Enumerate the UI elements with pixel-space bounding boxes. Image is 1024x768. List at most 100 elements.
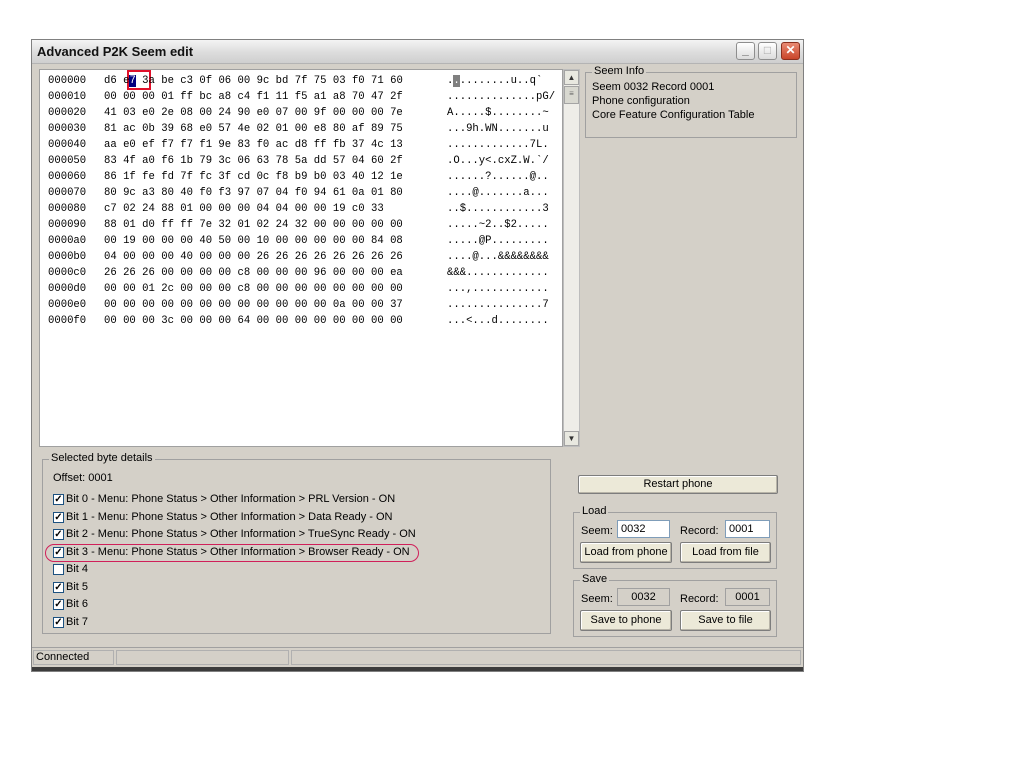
title-bar: Advanced P2K Seem edit _ □ ✕	[32, 40, 803, 64]
status-bar: Connected	[32, 647, 803, 667]
hex-row[interactable]: 000010 00 00 00 01 ff bc a8 c4 f1 11 f5 a…	[40, 89, 564, 105]
hex-offset: 000090	[48, 219, 87, 231]
maximize-icon[interactable]: □	[758, 42, 777, 60]
hex-scrollbar[interactable]: ▲ ≡ ▼	[563, 69, 580, 447]
load-from-phone-button[interactable]: Load from phone	[580, 542, 672, 563]
hex-ascii[interactable]: ......?......@..	[447, 169, 549, 185]
hex-bytes[interactable]: 04 00 00 00 40 00 00 00 26 26 26 26 26 2…	[104, 249, 403, 265]
bit-3-highlight	[45, 544, 419, 562]
seem-info-line: Phone configuration	[592, 95, 690, 107]
bit-6-checkbox[interactable]: ✓	[53, 599, 64, 610]
status-pane	[291, 650, 801, 665]
bit-0-row: ✓ Bit 0 - Menu: Phone Status > Other Info…	[53, 493, 533, 509]
hex-bytes[interactable]: 00 00 00 3c 00 00 00 64 00 00 00 00 00 0…	[104, 313, 403, 329]
bit-1-checkbox[interactable]: ✓	[53, 512, 64, 523]
load-record-input[interactable]: 0001	[725, 520, 770, 538]
hex-bytes[interactable]: 00 19 00 00 00 40 50 00 10 00 00 00 00 0…	[104, 233, 403, 249]
hex-offset: 0000b0	[48, 251, 87, 263]
status-pane	[116, 650, 289, 665]
hex-ascii[interactable]: ...9h.WN.......u	[447, 121, 549, 137]
hex-row[interactable]: 000040 aa e0 ef f7 f7 f1 9e 83 f0 ac d8 f…	[40, 137, 564, 153]
bit-0-checkbox[interactable]: ✓	[53, 494, 64, 505]
hex-ascii[interactable]: ..$............3	[447, 201, 549, 217]
bit-2-label: Bit 2 - Menu: Phone Status > Other Infor…	[66, 528, 416, 540]
hex-bytes[interactable]: 88 01 d0 ff ff 7e 32 01 02 24 32 00 00 0…	[104, 217, 403, 233]
hex-ascii[interactable]: .O...y<.cxZ.W.`/	[447, 153, 549, 169]
hex-row[interactable]: 000080 c7 02 24 88 01 00 00 00 04 04 00 0…	[40, 201, 564, 217]
bit-7-checkbox[interactable]: ✓	[53, 617, 64, 628]
hex-row[interactable]: 0000e0 00 00 00 00 00 00 00 00 00 00 00 0…	[40, 297, 564, 313]
hex-editor[interactable]: 000000 d6 e7 3a be c3 0f 06 00 9c bd 7f 7…	[39, 69, 563, 447]
load-seem-label: Seem:	[581, 525, 613, 537]
hex-row[interactable]: 0000a0 00 19 00 00 00 40 50 00 10 00 00 0…	[40, 233, 564, 249]
hex-ascii[interactable]: .............7L.	[447, 137, 549, 153]
hex-ascii[interactable]: ...,............	[447, 281, 549, 297]
hex-bytes[interactable]: 81 ac 0b 39 68 e0 57 4e 02 01 00 e8 80 a…	[104, 121, 403, 137]
hex-ascii[interactable]: ..........u..q`	[447, 73, 542, 89]
seem-info-line: Seem 0032 Record 0001	[592, 81, 715, 93]
bit-6-label: Bit 6	[66, 598, 89, 610]
hex-bytes[interactable]: 80 9c a3 80 40 f0 f3 97 07 04 f0 94 61 0…	[104, 185, 403, 201]
hex-offset: 000030	[48, 123, 87, 135]
hex-row[interactable]: 0000d0 00 00 01 2c 00 00 00 c8 00 00 00 0…	[40, 281, 564, 297]
hex-offset: 000000	[48, 75, 87, 87]
hex-bytes[interactable]: 00 00 00 01 ff bc a8 c4 f1 11 f5 a1 a8 7…	[104, 89, 403, 105]
hex-row[interactable]: 000030 81 ac 0b 39 68 e0 57 4e 02 01 00 e…	[40, 121, 564, 137]
save-seem-value: 0032	[617, 588, 670, 606]
load-legend: Load	[580, 505, 609, 517]
bit-6-row: ✓ Bit 6	[53, 598, 533, 614]
hex-bytes[interactable]: d6 e7 3a be c3 0f 06 00 9c bd 7f 75 03 f…	[104, 73, 403, 89]
hex-row[interactable]: 000070 80 9c a3 80 40 f0 f3 97 07 04 f0 9…	[40, 185, 564, 201]
hex-ascii[interactable]: .....@P.........	[447, 233, 549, 249]
seem-edit-window: Advanced P2K Seem edit _ □ ✕ 000000 d6 e7…	[31, 39, 804, 672]
hex-row[interactable]: 000020 41 03 e0 2e 08 00 24 90 e0 07 00 9…	[40, 105, 564, 121]
hex-bytes[interactable]: 00 00 01 2c 00 00 00 c8 00 00 00 00 00 0…	[104, 281, 403, 297]
hex-offset: 000040	[48, 139, 87, 151]
hex-row[interactable]: 0000c0 26 26 26 00 00 00 00 c8 00 00 00 9…	[40, 265, 564, 281]
load-record-label: Record:	[680, 525, 719, 537]
bit-5-checkbox[interactable]: ✓	[53, 582, 64, 593]
hex-ascii[interactable]: ...............7	[447, 297, 549, 313]
restart-phone-button[interactable]: Restart phone	[578, 475, 778, 494]
byte-offset: Offset: 0001	[53, 472, 113, 484]
save-record-label: Record:	[680, 593, 719, 605]
hex-ascii[interactable]: ....@...&&&&&&&&	[447, 249, 549, 265]
hex-row[interactable]: 000000 d6 e7 3a be c3 0f 06 00 9c bd 7f 7…	[40, 73, 564, 89]
hex-row[interactable]: 0000b0 04 00 00 00 40 00 00 00 26 26 26 2…	[40, 249, 564, 265]
hex-ascii[interactable]: ...<...d........	[447, 313, 549, 329]
hex-offset: 0000c0	[48, 267, 87, 279]
hex-ascii[interactable]: &&&.............	[447, 265, 549, 281]
scroll-thumb[interactable]: ≡	[564, 86, 579, 104]
hex-bytes[interactable]: 00 00 00 00 00 00 00 00 00 00 00 00 0a 0…	[104, 297, 403, 313]
hex-row[interactable]: 000050 83 4f a0 f6 1b 79 3c 06 63 78 5a d…	[40, 153, 564, 169]
save-to-phone-button[interactable]: Save to phone	[580, 610, 672, 631]
bit-4-checkbox[interactable]	[53, 564, 64, 575]
hex-row[interactable]: 000060 86 1f fe fd 7f fc 3f cd 0c f8 b9 b…	[40, 169, 564, 185]
bit-7-row: ✓ Bit 7	[53, 616, 533, 632]
hex-bytes[interactable]: aa e0 ef f7 f7 f1 9e 83 f0 ac d8 ff fb 3…	[104, 137, 403, 153]
hex-ascii[interactable]: ..............pG/	[447, 89, 555, 105]
hex-ascii[interactable]: ....@.......a...	[447, 185, 549, 201]
save-record-value: 0001	[725, 588, 770, 606]
hex-ascii[interactable]: .....~2..$2.....	[447, 217, 549, 233]
hex-ascii[interactable]: A.....$........~	[447, 105, 549, 121]
save-to-file-button[interactable]: Save to file	[680, 610, 771, 631]
hex-bytes[interactable]: 41 03 e0 2e 08 00 24 90 e0 07 00 9f 00 0…	[104, 105, 403, 121]
window-title: Advanced P2K Seem edit	[37, 44, 194, 59]
hex-row[interactable]: 000090 88 01 d0 ff ff 7e 32 01 02 24 32 0…	[40, 217, 564, 233]
hex-offset: 000050	[48, 155, 87, 167]
minimize-icon[interactable]: _	[736, 42, 755, 60]
scroll-up-icon[interactable]: ▲	[564, 70, 579, 85]
scroll-down-icon[interactable]: ▼	[564, 431, 579, 446]
hex-offset: 0000e0	[48, 299, 87, 311]
load-seem-input[interactable]: 0032	[617, 520, 670, 538]
seem-info-line: Core Feature Configuration Table	[592, 109, 755, 121]
hex-bytes[interactable]: 26 26 26 00 00 00 00 c8 00 00 00 96 00 0…	[104, 265, 403, 281]
hex-bytes[interactable]: 86 1f fe fd 7f fc 3f cd 0c f8 b9 b0 03 4…	[104, 169, 403, 185]
hex-bytes[interactable]: c7 02 24 88 01 00 00 00 04 04 00 00 19 c…	[104, 201, 384, 217]
hex-row[interactable]: 0000f0 00 00 00 3c 00 00 00 64 00 00 00 0…	[40, 313, 564, 329]
bit-2-checkbox[interactable]: ✓	[53, 529, 64, 540]
load-from-file-button[interactable]: Load from file	[680, 542, 771, 563]
close-icon[interactable]: ✕	[781, 42, 800, 60]
hex-bytes[interactable]: 83 4f a0 f6 1b 79 3c 06 63 78 5a dd 57 0…	[104, 153, 403, 169]
